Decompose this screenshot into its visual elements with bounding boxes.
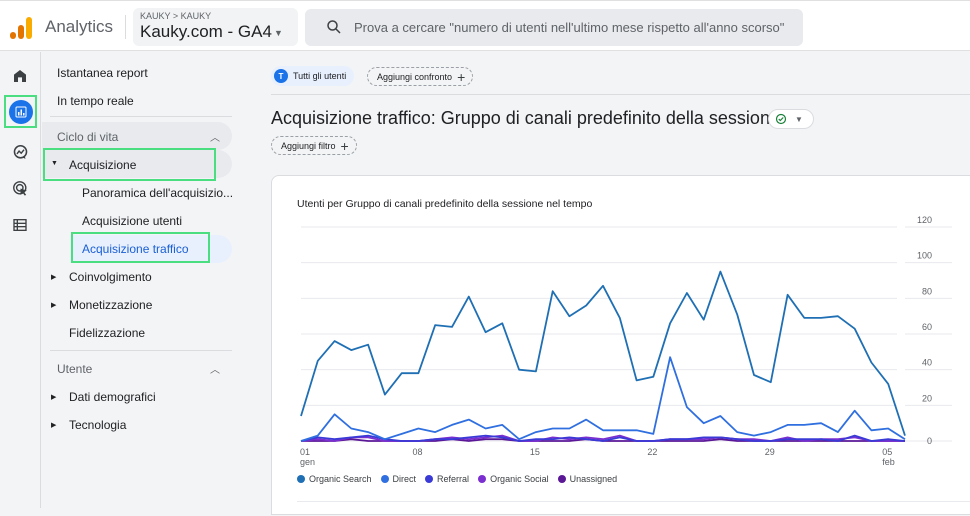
analytics-logo-icon[interactable] [10, 15, 32, 39]
reports-icon[interactable] [9, 100, 33, 124]
nav-acq-users[interactable]: Acquisizione utenti [82, 214, 182, 228]
nav-acquisition[interactable]: Acquisizione [69, 158, 136, 172]
segment-avatar: T [274, 69, 288, 83]
y-tick-label: 80 [922, 286, 932, 296]
caret-right-icon: ▶ [51, 274, 57, 281]
advertising-icon[interactable] [8, 176, 32, 200]
page-title: Acquisizione traffico: Gruppo di canali … [271, 108, 780, 128]
legend-dot-icon [380, 475, 389, 483]
chart-card: Utenti per Gruppo di canali predefinito … [271, 175, 970, 515]
legend-label: Direct [392, 474, 417, 484]
nav-divider [50, 350, 232, 351]
line-chart: 0 20 40 60 80 100 120 01gen 08 15 22 29 05feb [300, 215, 952, 467]
caret-right-icon: ▶ [51, 302, 57, 309]
configure-icon[interactable] [8, 213, 32, 237]
y-tick-label: 60 [922, 322, 932, 332]
y-tick-label: 0 [927, 436, 932, 446]
legend-item[interactable]: Unassigned [557, 474, 618, 484]
caret-right-icon: ▶ [51, 394, 57, 401]
legend-label: Organic Search [309, 474, 372, 484]
nav-divider [50, 116, 232, 117]
header-divider [125, 15, 126, 39]
nav-engagement[interactable]: Coinvolgimento [69, 270, 152, 284]
nav-acq-overview[interactable]: Panoramica dell'acquisizio... [82, 186, 233, 200]
add-comparison-label: Aggiungi confronto [377, 71, 453, 82]
search-bar[interactable] [305, 9, 803, 46]
search-input[interactable] [354, 17, 799, 37]
reports-rail-highlight[interactable] [4, 95, 37, 128]
reports-nav: Istantanea report In tempo reale Ciclo d… [42, 52, 242, 508]
legend-item[interactable]: Referral [425, 474, 469, 484]
legend-dot-icon [297, 475, 305, 483]
top-bar: Analytics KAUKY > KAUKY Kauky.com - GA4 ▼ [0, 0, 970, 51]
nav-monetization[interactable]: Monetizzazione [69, 298, 152, 312]
legend-label: Referral [437, 474, 470, 484]
x-tick-label: 29 [765, 447, 775, 457]
header-divider [271, 94, 970, 95]
property-selector[interactable]: KAUKY > KAUKY Kauky.com - GA4 ▼ [133, 8, 298, 46]
y-tick-label: 40 [922, 358, 932, 368]
legend-item[interactable]: Direct [380, 474, 417, 484]
caret-right-icon: ▶ [51, 422, 57, 429]
x-tick-label: 15 [530, 447, 540, 457]
nav-snapshot[interactable]: Istantanea report [57, 66, 148, 80]
x-tick-sublabel: gen [300, 457, 315, 467]
caret-down-icon: ▼ [273, 27, 283, 38]
chart-legend: Organic Search Direct Referral Organic Soci… [297, 474, 617, 484]
legend-item[interactable]: Organic Social [478, 474, 549, 484]
nav-acq-traffic[interactable]: Acquisizione traffico [82, 242, 189, 256]
add-filter-button[interactable]: Aggiungi filtro + [271, 136, 357, 155]
segment-chip[interactable]: T Tutti gli utenti [271, 66, 355, 86]
caret-down-icon: ▼ [51, 160, 58, 167]
card-divider [297, 501, 970, 502]
plus-icon: + [340, 137, 349, 154]
y-tick-label: 120 [917, 215, 932, 225]
caret-down-icon: ▼ [795, 114, 803, 124]
segment-label: Tutti gli utenti [293, 71, 347, 81]
explore-icon[interactable] [8, 140, 32, 164]
nav-retention[interactable]: Fidelizzazione [69, 326, 145, 340]
add-filter-label: Aggiungi filtro [281, 140, 336, 151]
app-name: Analytics [45, 17, 114, 36]
legend-item[interactable]: Organic Search [297, 474, 372, 484]
x-tick-sublabel: feb [882, 457, 895, 467]
legend-label: Organic Social [490, 474, 549, 484]
search-icon [327, 20, 341, 34]
property-name: Kauky.com - GA4 [140, 22, 272, 41]
y-tick-label: 20 [922, 393, 932, 403]
nav-technology[interactable]: Tecnologia [69, 418, 126, 432]
chevron-up-icon[interactable]: ︿ [210, 129, 220, 144]
nav-section-user[interactable]: Utente [57, 362, 92, 376]
chevron-up-icon[interactable]: ︿ [210, 361, 220, 376]
x-tick-label: 22 [647, 447, 657, 457]
legend-dot-icon [478, 475, 487, 483]
nav-section-lifecycle[interactable]: Ciclo di vita [57, 130, 118, 144]
left-rail [0, 52, 41, 508]
report-status-button[interactable]: ▼ [768, 109, 814, 129]
main-content: T Tutti gli utenti Aggiungi confronto + … [242, 52, 970, 515]
legend-dot-icon [425, 475, 434, 483]
y-tick-label: 100 [917, 251, 932, 261]
home-icon[interactable] [8, 64, 32, 88]
check-circle-icon [775, 113, 787, 125]
nav-demographics[interactable]: Dati demografici [69, 390, 156, 404]
plus-icon: + [457, 68, 466, 85]
property-breadcrumb: KAUKY > KAUKY [140, 11, 212, 21]
legend-dot-icon [557, 475, 566, 483]
legend-label: Unassigned [569, 474, 618, 484]
x-tick-label: 01 [300, 447, 310, 457]
add-comparison-button[interactable]: Aggiungi confronto + [367, 67, 474, 86]
x-tick-label: 05 [882, 447, 892, 457]
series-line-organic-search [300, 270, 906, 436]
nav-realtime[interactable]: In tempo reale [57, 94, 134, 108]
x-tick-label: 08 [412, 447, 422, 457]
